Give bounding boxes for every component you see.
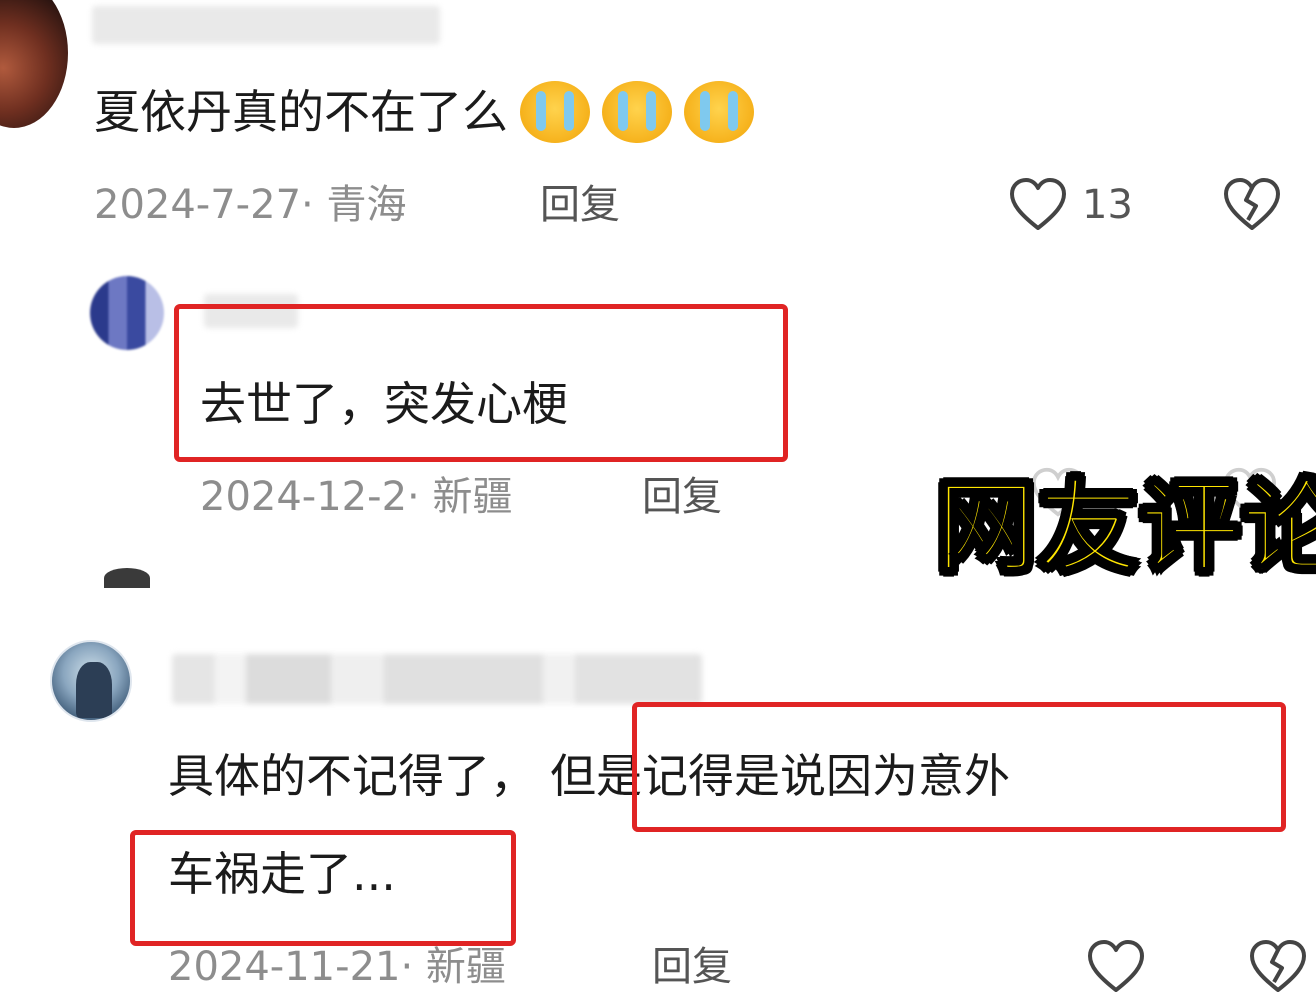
comment-text: 夏依丹真的不在了么 <box>94 80 754 147</box>
comment-meta: 2024-11-21· 新疆 <box>168 944 506 990</box>
broken-heart-icon[interactable] <box>1222 176 1282 232</box>
reply-button[interactable]: 回复 <box>540 180 620 230</box>
broken-heart-icon[interactable] <box>1248 938 1308 994</box>
crying-face-icon <box>684 80 754 143</box>
avatar[interactable] <box>0 0 68 128</box>
comment-text: 去世了，突发心梗 <box>200 377 568 431</box>
comment-meta: 2024-7-27· 青海 <box>94 182 407 228</box>
crying-face-icon <box>602 80 672 143</box>
comment-meta: 2024-12-2· 新疆 <box>200 474 513 520</box>
reply-button[interactable]: 回复 <box>642 472 722 522</box>
comment-text-plain: 具体的不记得了， <box>168 749 536 803</box>
heart-icon[interactable] <box>1008 176 1068 232</box>
like-count: 13 <box>1082 182 1133 228</box>
highlight-box <box>632 702 1286 832</box>
highlight-box <box>130 830 516 946</box>
heart-icon[interactable] <box>1086 938 1146 994</box>
avatar[interactable] <box>50 640 132 722</box>
username-blurred[interactable] <box>172 654 702 704</box>
avatar[interactable] <box>104 568 150 588</box>
avatar[interactable] <box>90 276 164 350</box>
comment-text-content: 夏依丹真的不在了么 <box>94 85 508 139</box>
crying-face-icon <box>520 80 590 143</box>
reply-button[interactable]: 回复 <box>652 942 732 992</box>
overlay-title: 网友评论 <box>935 468 1316 587</box>
username-blurred[interactable] <box>92 6 440 44</box>
